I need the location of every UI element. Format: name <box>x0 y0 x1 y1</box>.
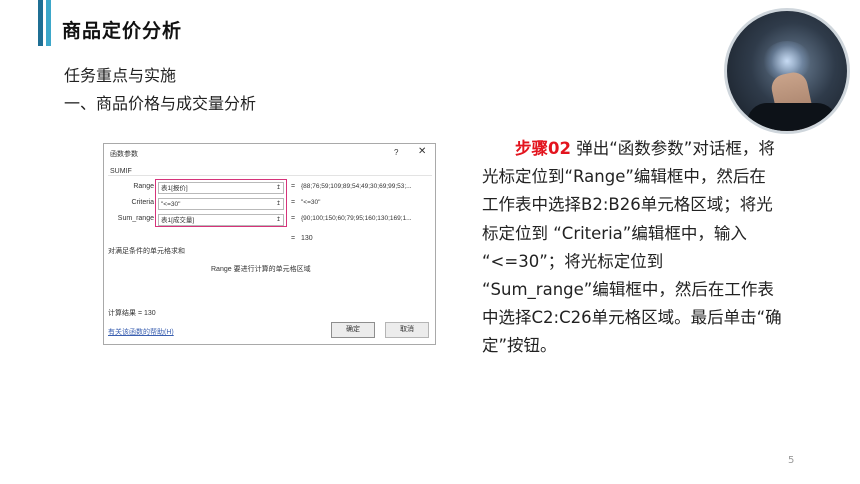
group-divider <box>108 175 432 176</box>
argument-description: Range 要进行计算的单元格区域 <box>211 266 311 273</box>
equals-sign: = <box>291 215 296 222</box>
arg-preview-range: {88;76;59;109;89;54;49;30;69;99;53;... <box>301 183 412 190</box>
formula-result: 130 <box>301 235 313 242</box>
ok-button[interactable]: 确定 <box>331 322 375 338</box>
task-label: 任务重点与实施 <box>64 66 177 85</box>
function-arguments-dialog: 函数参数 ? ✕ SUMIF Range 表1[报价] ↥ = {88;76;5… <box>103 143 436 345</box>
step-text: 弹出“函数参数”对话框，将光标定位到“Range”编辑框中，然后在工作表中选择B… <box>482 139 782 356</box>
page-number: 5 <box>788 455 795 466</box>
business-photo <box>724 8 850 134</box>
equals-sign: = <box>291 183 296 190</box>
arg-preview-criteria: "<=30" <box>301 199 321 206</box>
help-icon[interactable]: ? <box>394 148 398 157</box>
dialog-title: 函数参数 <box>110 151 138 158</box>
function-description: 对满足条件的单元格求和 <box>108 248 185 255</box>
arg-label-sum-range: Sum_range <box>117 215 154 222</box>
cancel-button[interactable]: 取消 <box>385 322 429 338</box>
step-description: 步骤02 弹出“函数参数”对话框，将光标定位到“Range”编辑框中，然后在工作… <box>482 135 782 361</box>
suit-sleeve-graphic <box>747 103 837 131</box>
input-highlight-box <box>155 179 287 227</box>
arg-label-range: Range <box>133 183 154 190</box>
calculation-result: 计算结果 = 130 <box>108 310 156 317</box>
function-name: SUMIF <box>110 168 132 175</box>
section-label: 一、商品价格与成交量分析 <box>64 94 257 113</box>
arg-label-criteria: Criteria <box>131 199 154 206</box>
step-label: 步骤02 <box>515 139 571 158</box>
header-accent-bar <box>38 0 43 46</box>
arg-preview-sum-range: {90;100;150;60;79;95;160;130;169;1... <box>301 215 412 222</box>
equals-sign: = <box>291 199 296 206</box>
header-accent-bar-light <box>46 0 51 46</box>
close-icon[interactable]: ✕ <box>418 146 426 157</box>
equals-sign: = <box>291 235 296 242</box>
slide-title: 商品定价分析 <box>62 20 183 42</box>
help-link[interactable]: 有关该函数的帮助(H) <box>108 327 174 337</box>
